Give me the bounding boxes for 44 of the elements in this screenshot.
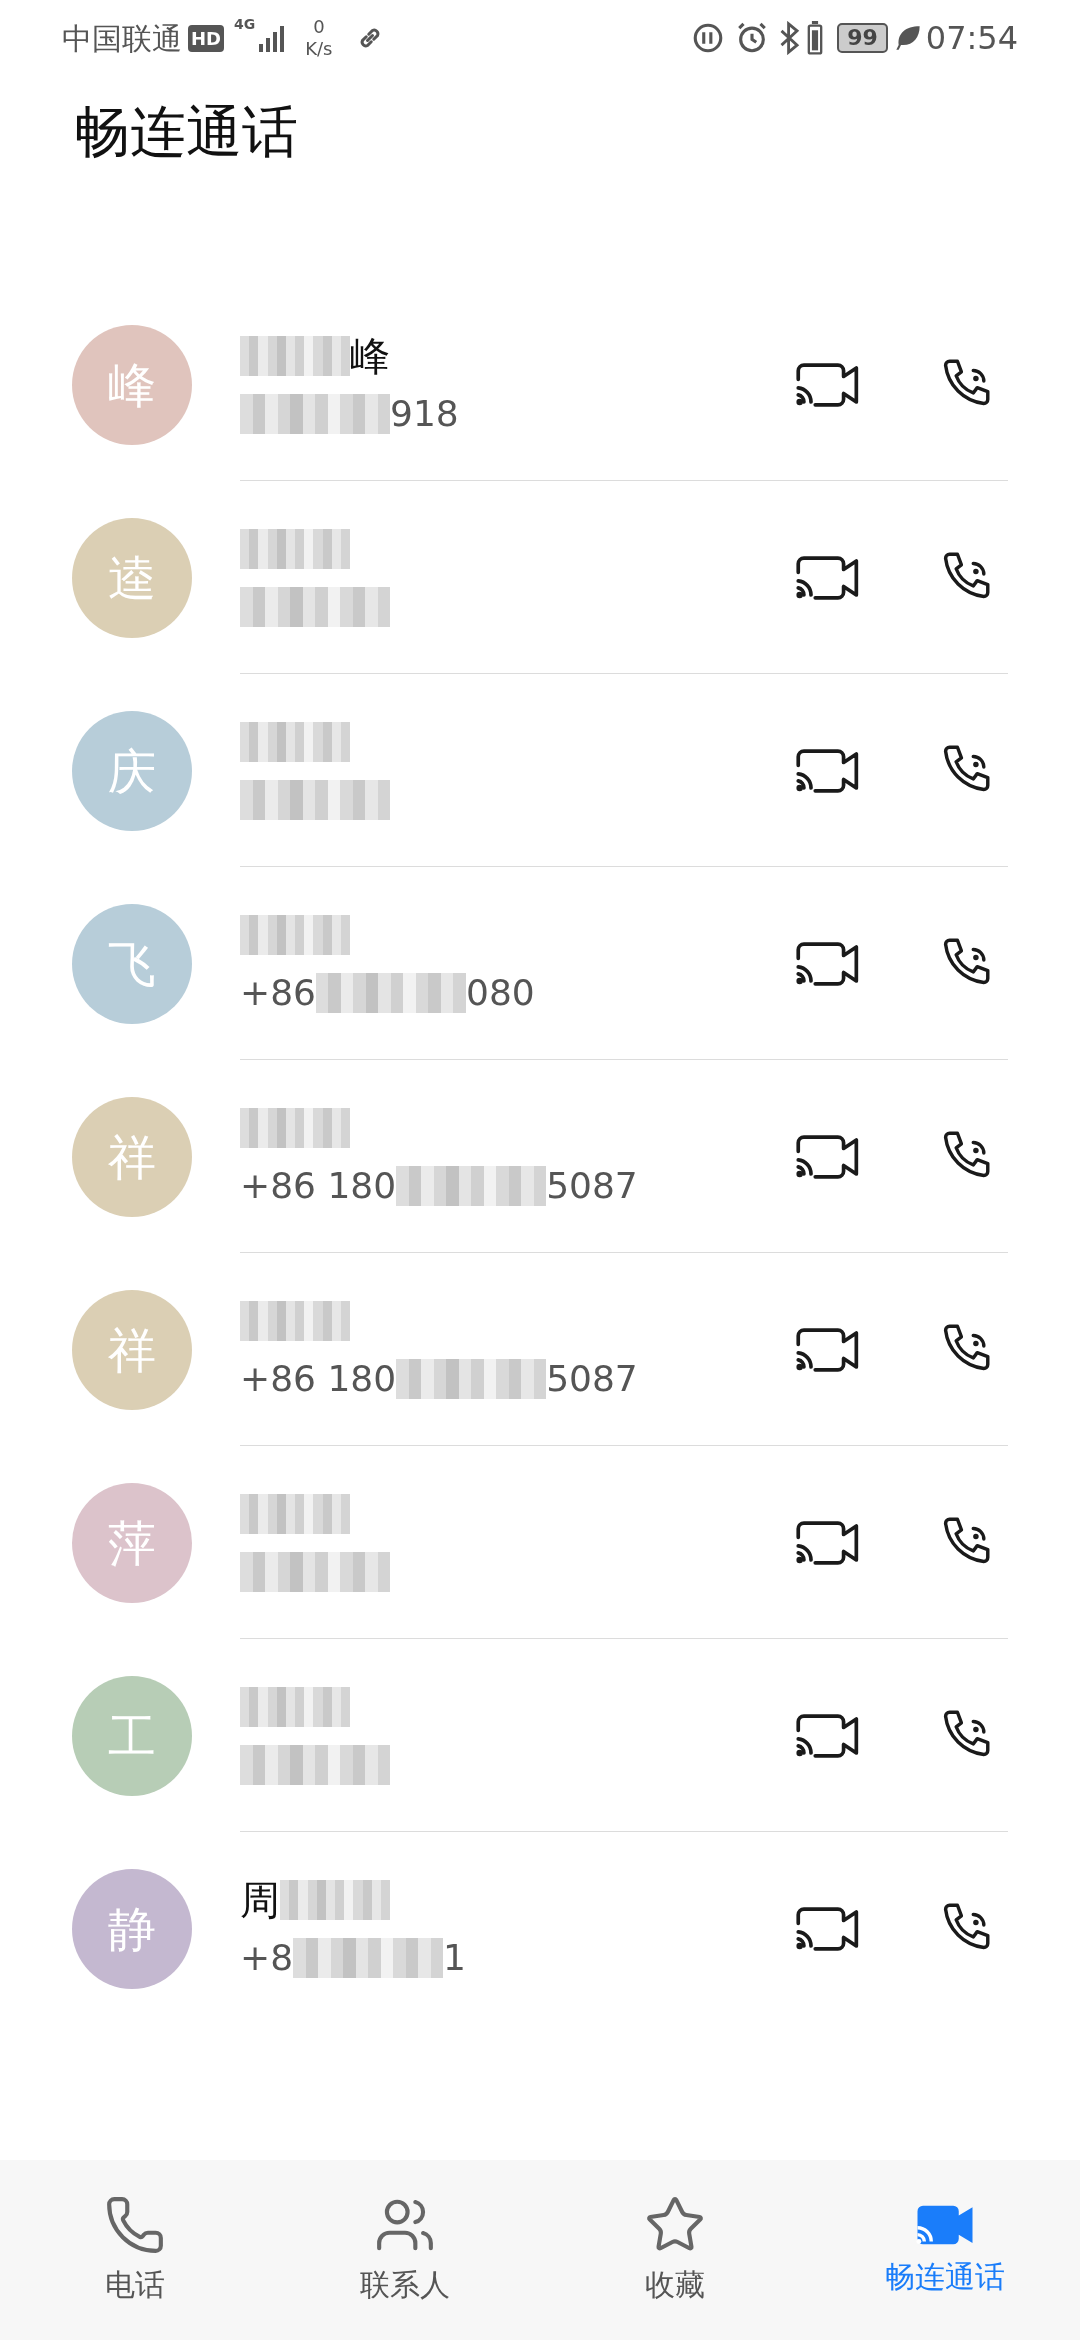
phone-number: 080 — [466, 970, 535, 1015]
nav-tab[interactable]: 联系人 — [270, 2160, 540, 2340]
phone-number: 5087 — [546, 1163, 638, 1208]
speed-unit: K/s — [305, 40, 333, 58]
contact-avatar[interactable]: 祥 — [72, 1289, 192, 1410]
speed-value: 0 — [313, 18, 325, 36]
contact-avatar[interactable]: 静 — [72, 1868, 192, 1989]
network-type: 4G — [234, 15, 256, 34]
contact-avatar[interactable]: 峰 — [72, 324, 192, 445]
phone-number: +86 180 — [240, 1163, 397, 1208]
avatar-initial: 工 — [108, 1706, 156, 1766]
avatar-initial: 祥 — [108, 1320, 156, 1380]
avatar-initial: 逵 — [108, 548, 156, 608]
avatar-initial: 飞 — [108, 934, 156, 994]
avatar-initial: 静 — [108, 1899, 156, 1959]
avatar-initial: 祥 — [108, 1127, 156, 1187]
signal-icon — [257, 24, 286, 52]
avatar-initial: 峰 — [108, 355, 156, 415]
nav-tab[interactable]: 电话 — [0, 2160, 270, 2340]
phone-number: +86 180 — [240, 1356, 397, 1401]
carrier-name: 中国联通 — [62, 19, 182, 58]
hd-badge: HD — [188, 24, 224, 52]
clock-time: 07:54 — [925, 18, 1018, 59]
phone-number: 5087 — [546, 1356, 638, 1401]
vibrate-battery-icon — [807, 21, 824, 55]
contact-name: 峰 — [350, 331, 390, 381]
contact-avatar[interactable]: 逵 — [72, 517, 192, 638]
avatar-initial: 萍 — [108, 1513, 156, 1573]
phone-number: +86 — [240, 970, 316, 1015]
page-title: 畅连通话 — [74, 98, 298, 166]
contact-avatar[interactable]: 工 — [72, 1675, 192, 1796]
leaf-icon — [893, 24, 922, 52]
phone-number: +8 — [240, 1935, 294, 1980]
phone-number: 918 — [390, 391, 459, 436]
contact-avatar[interactable]: 飞 — [72, 903, 192, 1024]
contact-avatar[interactable]: 庆 — [72, 710, 192, 831]
phone-number: 1 — [443, 1935, 466, 1980]
battery-level: 99 — [837, 23, 888, 53]
nav-tab[interactable]: 畅连通话 — [810, 2160, 1080, 2340]
contact-avatar[interactable]: 萍 — [72, 1482, 192, 1603]
contact-avatar[interactable]: 祥 — [72, 1096, 192, 1217]
avatar-initial: 庆 — [108, 741, 156, 801]
nav-tab[interactable]: 收藏 — [540, 2160, 810, 2340]
contact-name: 周 — [240, 1875, 280, 1925]
